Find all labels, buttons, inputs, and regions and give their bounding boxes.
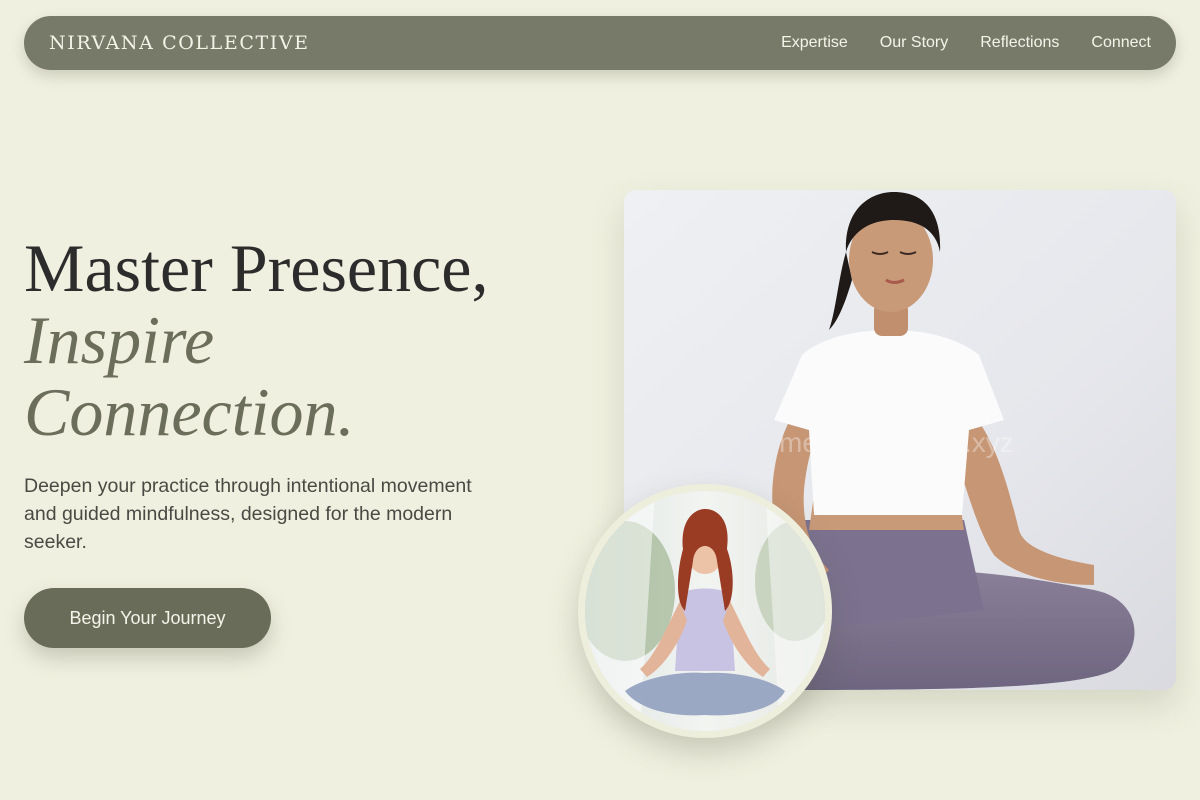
hero-title-accent-line2: Inspire: [24, 302, 215, 378]
svg-text:.xyz: .xyz: [964, 427, 1014, 458]
hero-title: Master Presence, Inspire Connection.: [24, 232, 584, 448]
nav-link-connect[interactable]: Connect: [1091, 34, 1151, 52]
svg-text:me: me: [779, 427, 818, 458]
nav-link-expertise[interactable]: Expertise: [781, 34, 848, 52]
top-navigation: NIRVANA COLLECTIVE Expertise Our Story R…: [24, 16, 1176, 70]
brand-logo[interactable]: NIRVANA COLLECTIVE: [49, 32, 310, 54]
redhead-meditating-illustration: [585, 491, 825, 731]
nav-link-reflections[interactable]: Reflections: [980, 34, 1059, 52]
hero-title-line1: Master Presence,: [24, 230, 489, 306]
nav-links: Expertise Our Story Reflections Connect: [781, 34, 1151, 52]
nav-link-our-story[interactable]: Our Story: [880, 34, 948, 52]
hero-description: Deepen your practice through intentional…: [24, 475, 472, 553]
begin-journey-button[interactable]: Begin Your Journey: [24, 588, 271, 648]
landing-page: NIRVANA COLLECTIVE Expertise Our Story R…: [0, 0, 1200, 800]
inset-meditation-photo: [578, 484, 832, 738]
hero-title-accent-line3: Connection.: [24, 374, 355, 450]
